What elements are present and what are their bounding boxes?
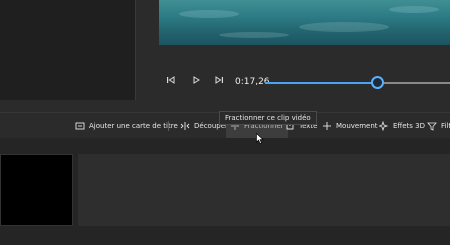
preview-wave xyxy=(179,10,239,18)
playback-controls: 0:17,26 xyxy=(159,68,450,98)
project-library-panel xyxy=(0,0,135,100)
storyboard-empty-area xyxy=(78,154,450,226)
split-tooltip: Fractionner ce clip vidéo xyxy=(219,111,317,125)
skip-back-icon xyxy=(167,76,175,84)
play-button[interactable] xyxy=(189,75,203,89)
trim-icon xyxy=(180,122,190,130)
motion-icon xyxy=(323,122,331,130)
seek-bar[interactable] xyxy=(265,82,450,84)
filters-label: Filtres xyxy=(441,122,450,130)
seek-bar-progress xyxy=(265,82,378,84)
add-title-card-button[interactable]: Ajouter une carte de titre xyxy=(75,113,178,139)
mouse-pointer-icon xyxy=(256,133,264,144)
filter-icon xyxy=(427,122,437,131)
title-card-icon xyxy=(75,122,85,130)
preview-wave xyxy=(389,6,439,13)
filters-button[interactable]: Filtres xyxy=(427,113,450,139)
preview-wave xyxy=(299,22,389,32)
motion-label: Mouvement xyxy=(336,122,378,130)
effects-3d-button[interactable]: Effets 3D xyxy=(379,113,425,139)
video-editor: 0:17,26 Ajouter une carte de titre Décou… xyxy=(0,0,450,245)
preview-wave xyxy=(219,32,289,38)
next-frame-button[interactable] xyxy=(212,75,226,89)
skip-forward-icon xyxy=(215,76,223,84)
motion-button[interactable]: Mouvement xyxy=(322,113,378,139)
add-title-card-label: Ajouter une carte de titre xyxy=(89,122,178,130)
storyboard-panel xyxy=(0,138,450,245)
toolbar-separator xyxy=(168,121,169,131)
play-icon xyxy=(193,76,200,84)
seek-thumb[interactable] xyxy=(371,76,385,89)
effects-3d-label: Effets 3D xyxy=(393,122,426,130)
panel-divider xyxy=(135,0,136,100)
previous-frame-button[interactable] xyxy=(164,75,178,89)
sparkle-icon xyxy=(379,121,389,131)
video-preview xyxy=(159,0,450,45)
storyboard-clip[interactable] xyxy=(0,154,73,226)
